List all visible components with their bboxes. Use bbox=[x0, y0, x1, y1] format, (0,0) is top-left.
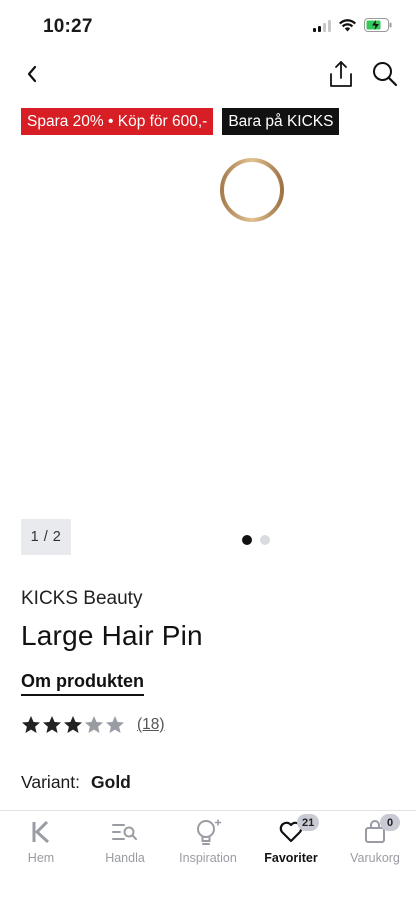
carousel-dots bbox=[242, 535, 270, 545]
star-filled-icon bbox=[43, 716, 61, 733]
tab-label-hem: Hem bbox=[27, 851, 55, 865]
bag-icon: 0 bbox=[364, 814, 400, 847]
tab-label-favoriter: Favoriter bbox=[264, 851, 318, 865]
exclusive-badge: Bara på KICKS bbox=[222, 108, 340, 135]
about-product-link[interactable]: Om produkten bbox=[21, 671, 145, 696]
rating-stars bbox=[21, 715, 125, 735]
variant-value: Gold bbox=[91, 772, 131, 792]
tab-inspiration[interactable]: Inspiration bbox=[173, 817, 243, 865]
k-logo-icon bbox=[32, 817, 50, 847]
product-brand[interactable]: KICKS Beauty bbox=[21, 588, 142, 610]
favorites-count-badge: 21 bbox=[297, 814, 320, 831]
star-empty-icon bbox=[106, 716, 124, 733]
product-rating[interactable]: (18) bbox=[21, 715, 165, 735]
cart-count-badge: 0 bbox=[380, 814, 400, 831]
variant-label: Variant: bbox=[21, 772, 81, 792]
search-button[interactable] bbox=[370, 59, 400, 89]
star-filled-icon bbox=[64, 716, 82, 733]
sale-badge[interactable]: Spara 20% • Köp för 600,- bbox=[21, 108, 214, 135]
carousel-dot-1[interactable] bbox=[242, 535, 252, 545]
search-icon bbox=[373, 62, 398, 87]
bottom-tab-bar: Hem Handla Inspiration 21 Favoriter 0 Va… bbox=[0, 810, 416, 900]
back-button[interactable] bbox=[18, 60, 46, 88]
lightbulb-icon bbox=[193, 817, 223, 847]
hair-pin-illustration bbox=[220, 158, 284, 493]
tab-varukorg[interactable]: 0 Varukorg bbox=[345, 814, 405, 865]
list-search-icon bbox=[112, 817, 138, 847]
tab-label-inspiration: Inspiration bbox=[179, 851, 237, 865]
image-counter: 1 / 2 bbox=[21, 519, 71, 555]
tab-hem[interactable]: Hem bbox=[22, 817, 60, 865]
carousel-dot-2[interactable] bbox=[260, 535, 270, 545]
review-count[interactable]: (18) bbox=[137, 716, 165, 734]
signal-icon bbox=[313, 19, 331, 37]
product-title: Large Hair Pin bbox=[21, 620, 203, 651]
share-button[interactable] bbox=[326, 58, 356, 90]
star-filled-icon bbox=[22, 716, 40, 733]
tab-handla[interactable]: Handla bbox=[100, 817, 150, 865]
battery-icon bbox=[364, 18, 392, 37]
status-bar: 10:27 bbox=[0, 0, 416, 54]
variant-row[interactable]: Variant: Gold bbox=[21, 772, 131, 793]
share-icon bbox=[330, 61, 352, 87]
heart-icon: 21 bbox=[279, 814, 320, 847]
tab-favoriter[interactable]: 21 Favoriter bbox=[262, 814, 320, 865]
wifi-icon bbox=[339, 18, 356, 37]
chevron-left-icon bbox=[27, 65, 37, 83]
tab-label-handla: Handla bbox=[105, 851, 145, 865]
nav-bar bbox=[0, 54, 416, 96]
star-empty-icon bbox=[85, 716, 103, 733]
status-icons bbox=[313, 18, 392, 37]
status-time: 10:27 bbox=[43, 16, 93, 37]
tab-label-varukorg: Varukorg bbox=[350, 851, 400, 865]
promo-badges: Spara 20% • Köp för 600,- Bara på KICKS bbox=[21, 108, 340, 135]
product-image[interactable] bbox=[200, 150, 300, 500]
